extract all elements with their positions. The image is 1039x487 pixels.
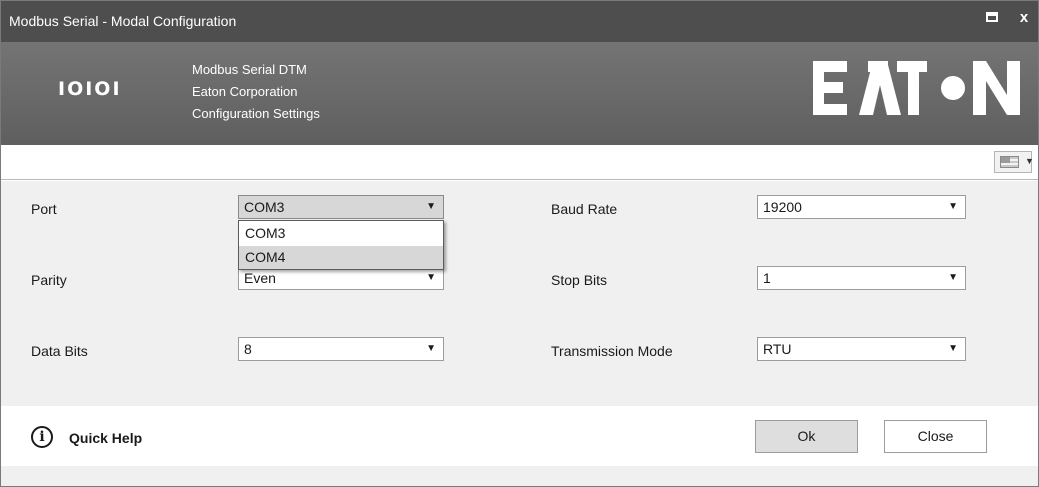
maximize-button[interactable] <box>978 7 1006 29</box>
header-banner: IOIOI Modbus Serial DTM Eaton Corporatio… <box>1 42 1038 145</box>
close-window-button[interactable]: x <box>1010 7 1038 29</box>
data-bits-select[interactable]: 8 ▼ <box>238 337 444 361</box>
chevron-down-icon: ▼ <box>426 272 436 283</box>
close-button[interactable]: Close <box>884 420 987 453</box>
section-name: Configuration Settings <box>192 106 320 121</box>
close-icon: x <box>1019 9 1029 26</box>
quick-help-label[interactable]: Quick Help <box>69 430 142 446</box>
header-info: Modbus Serial DTM Eaton Corporation Conf… <box>192 59 320 125</box>
toolbar: ▼ <box>1 145 1038 180</box>
chevron-down-icon: ▼ <box>948 343 958 354</box>
data-bits-label: Data Bits <box>31 343 88 359</box>
port-option-com3[interactable]: COM3 <box>239 222 443 245</box>
status-strip <box>1 466 1038 486</box>
port-select[interactable]: COM3 ▼ <box>238 195 444 219</box>
baud-rate-label: Baud Rate <box>551 201 618 217</box>
transmission-mode-value: RTU <box>763 341 792 357</box>
eaton-logo <box>813 61 1020 115</box>
window-title: Modbus Serial - Modal Configuration <box>9 13 237 29</box>
parity-label: Parity <box>31 272 67 288</box>
baud-rate-select[interactable]: 19200 ▼ <box>757 195 966 219</box>
configuration-window: Modbus Serial - Modal Configuration x IO… <box>0 0 1039 487</box>
ok-button[interactable]: Ok <box>755 420 858 453</box>
flag-icon <box>1000 156 1019 168</box>
chevron-down-icon: ▼ <box>1025 156 1034 166</box>
baud-rate-value: 19200 <box>763 199 802 215</box>
settings-form: Port COM3 ▼ Parity Even ▼ Data Bits 8 ▼ … <box>1 181 1038 406</box>
transmission-mode-label: Transmission Mode <box>551 343 673 359</box>
dtm-name: Modbus Serial DTM <box>192 62 307 77</box>
port-dropdown-list: COM3 COM4 <box>238 220 444 270</box>
chevron-down-icon: ▼ <box>426 343 436 354</box>
chevron-down-icon: ▼ <box>948 272 958 283</box>
stop-bits-label: Stop Bits <box>551 272 608 288</box>
language-button[interactable]: ▼ <box>994 151 1034 173</box>
company-name: Eaton Corporation <box>192 84 298 99</box>
port-value: COM3 <box>244 199 285 215</box>
binary-icon: IOIOI <box>58 78 122 100</box>
info-icon[interactable]: i <box>31 426 53 448</box>
chevron-down-icon: ▼ <box>948 201 958 212</box>
transmission-mode-select[interactable]: RTU ▼ <box>757 337 966 361</box>
stop-bits-select[interactable]: 1 ▼ <box>757 266 966 290</box>
footer: i Quick Help Ok Close <box>1 406 1038 466</box>
maximize-icon <box>986 11 998 22</box>
data-bits-value: 8 <box>244 341 252 357</box>
port-option-com4[interactable]: COM4 <box>239 246 443 269</box>
stop-bits-value: 1 <box>763 270 771 286</box>
chevron-down-icon: ▼ <box>426 201 436 212</box>
port-label: Port <box>31 201 57 217</box>
parity-value: Even <box>244 270 276 286</box>
title-bar[interactable]: Modbus Serial - Modal Configuration x <box>1 1 1038 42</box>
